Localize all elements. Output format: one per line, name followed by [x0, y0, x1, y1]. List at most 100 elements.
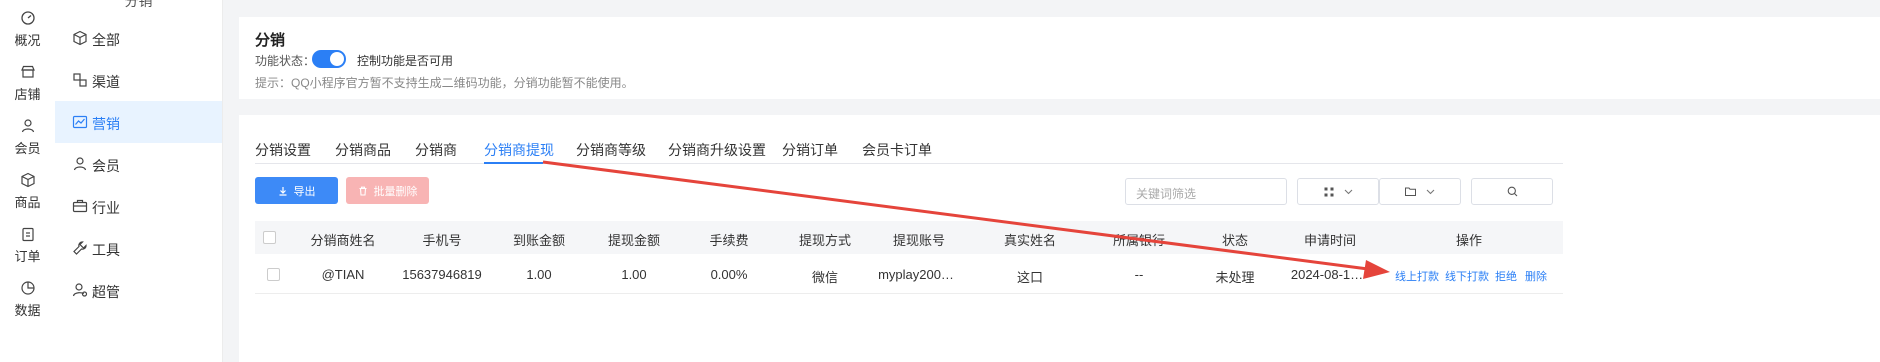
menu-item-label: 全部: [92, 32, 120, 48]
search-icon: [1507, 186, 1517, 197]
user-icon: [21, 119, 34, 133]
trend-icon: [72, 115, 88, 129]
tabs-divider: [255, 163, 1563, 164]
page-title: 分销: [255, 32, 286, 49]
menu-item-industry[interactable]: 行业: [55, 185, 222, 227]
reject-link[interactable]: 拒绝: [1495, 268, 1517, 284]
menu-item-marketing[interactable]: 营销: [55, 101, 222, 143]
menu-item-admin[interactable]: 超管: [55, 269, 222, 311]
cell-phone: 15637946819: [402, 267, 482, 282]
tab-orders[interactable]: 分销订单: [782, 140, 838, 160]
batch-delete-label: 批量删除: [373, 185, 418, 198]
admin-icon: [72, 283, 88, 297]
row-checkbox[interactable]: [267, 268, 280, 281]
tab-distributors[interactable]: 分销商: [415, 140, 457, 160]
menu-item-tools[interactable]: 工具: [55, 227, 222, 269]
batch-delete-button[interactable]: 批量删除: [346, 177, 429, 204]
wrench-icon: [73, 241, 87, 255]
column-header: 手续费: [709, 233, 749, 248]
trash-icon: [359, 186, 366, 196]
cell-account: myplay200…: [878, 267, 954, 282]
cell-real-name: 这口: [1016, 270, 1044, 285]
menu-item-label: 工具: [92, 242, 120, 258]
menu-item-label: 渠道: [92, 74, 120, 90]
select-all-checkbox[interactable]: [263, 231, 276, 244]
rail-item-data[interactable]: 数据: [0, 280, 55, 319]
folder-icon: [1405, 187, 1416, 196]
column-header: 状态: [1221, 233, 1249, 248]
offline-pay-link[interactable]: 线下打款: [1445, 268, 1489, 284]
tab-upgrade-settings[interactable]: 分销商升级设置: [668, 140, 766, 160]
menu-header: 分销: [124, 0, 153, 9]
cell-bank: --: [1134, 267, 1144, 282]
store-icon: [20, 65, 35, 78]
column-header: 操作: [1455, 233, 1483, 248]
column-header: 提现账号: [892, 233, 946, 248]
menu-item-label: 超管: [92, 284, 120, 300]
tab-card-orders[interactable]: 会员卡订单: [862, 140, 932, 160]
toggle-description: 控制功能是否可用: [357, 54, 454, 68]
download-icon: [279, 186, 286, 196]
column-header: 申请时间: [1303, 233, 1357, 248]
rail-item-overview[interactable]: 概况: [0, 10, 55, 49]
tab-withdrawal[interactable]: 分销商提现: [484, 140, 554, 160]
delete-link[interactable]: 删除: [1525, 268, 1547, 284]
column-header: 提现方式: [798, 233, 852, 248]
export-label: 导出: [293, 185, 316, 198]
column-header: 所属银行: [1112, 233, 1166, 248]
menu-item-label: 会员: [92, 158, 120, 174]
view-mode-select[interactable]: [1297, 178, 1379, 205]
channel-icon: [73, 73, 87, 87]
column-header: 到账金额: [512, 233, 566, 248]
cell-received: 1.00: [526, 267, 552, 282]
rail-item-store[interactable]: 店铺: [0, 64, 55, 103]
box-icon: [20, 172, 35, 188]
user-icon: [73, 157, 87, 171]
column-header: 手机号: [422, 233, 462, 248]
cell-fee: 0.00%: [710, 267, 748, 282]
column-header: 分销商姓名: [310, 233, 376, 248]
rail-label: 店铺: [14, 87, 41, 102]
export-button[interactable]: 导出: [255, 177, 338, 204]
tab-goods[interactable]: 分销商品: [335, 140, 391, 160]
tab-settings[interactable]: 分销设置: [255, 140, 311, 160]
tab-levels[interactable]: 分销商等级: [576, 140, 646, 160]
menu-item-all[interactable]: 全部: [55, 17, 222, 59]
rail-label: 订单: [14, 249, 41, 264]
rail-label: 概况: [14, 33, 41, 48]
menu-item-member[interactable]: 会员: [55, 143, 222, 185]
briefcase-icon: [72, 199, 88, 213]
cell-method: 微信: [811, 270, 839, 285]
active-tab-indicator: [484, 162, 543, 164]
rail-item-goods[interactable]: 商品: [0, 172, 55, 211]
hint-text: 提示：QQ小程序官方暂不支持生成二维码功能，分销功能暂不能使用。: [255, 76, 634, 90]
menu-item-channel[interactable]: 渠道: [55, 59, 222, 101]
cell-status: 未处理: [1215, 270, 1255, 285]
menu-item-label: 行业: [92, 200, 120, 216]
chevron-down-icon: [1426, 189, 1435, 194]
row-divider: [255, 293, 1563, 294]
cell-apply-time: 2024-08-1…: [1290, 267, 1364, 282]
function-toggle[interactable]: [312, 50, 346, 68]
pie-chart-icon: [20, 281, 35, 295]
grid-icon: [1324, 187, 1333, 196]
cell-amount: 1.00: [621, 267, 647, 282]
chevron-down-icon: [1344, 189, 1352, 194]
menu-item-label: 营销: [92, 116, 120, 132]
secondary-menu: 分销 全部 渠道 营销 会员 行业 工具 超管: [55, 0, 223, 362]
rail-item-member[interactable]: 会员: [0, 118, 55, 157]
dashboard-icon: [20, 11, 35, 25]
rail-label: 商品: [14, 195, 41, 210]
rail-item-orders[interactable]: 订单: [0, 226, 55, 265]
rail-label: 会员: [14, 141, 41, 156]
keyword-filter-input[interactable]: 关键词筛选: [1125, 178, 1287, 205]
search-button[interactable]: [1471, 178, 1553, 205]
column-header: 提现金额: [607, 233, 661, 248]
clipboard-icon: [21, 227, 34, 242]
icon-rail: 概况 店铺 会员 商品 订单 数据: [0, 0, 56, 362]
folder-select[interactable]: [1379, 178, 1461, 205]
cube-icon: [73, 30, 87, 46]
toggle-knob: [330, 52, 344, 66]
status-label: 功能状态：: [255, 54, 316, 68]
online-pay-link[interactable]: 线上打款: [1395, 268, 1439, 284]
